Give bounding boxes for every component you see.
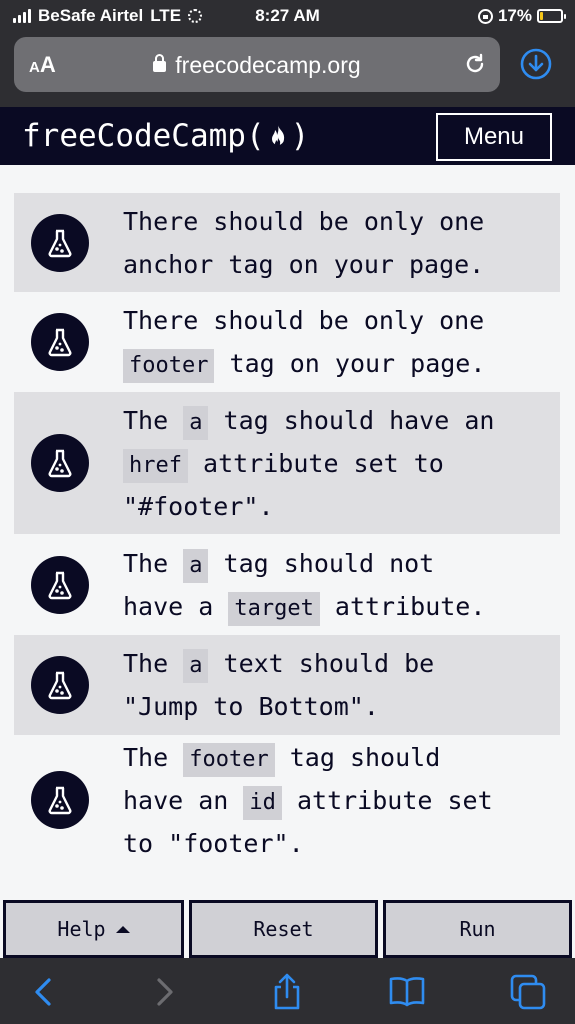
test-line: to "footer".	[123, 822, 493, 865]
test-item: There should be only one footer tag on yo…	[14, 292, 560, 392]
battery-icon	[537, 9, 566, 23]
text-segment: "#footer".	[123, 491, 274, 521]
inline-code: footer	[123, 349, 215, 383]
text-segment: tag on your page.	[214, 349, 486, 378]
test-description: The a tag should not have a target attrib…	[123, 542, 485, 628]
test-line: "#footer".	[123, 485, 494, 528]
back-icon[interactable]	[24, 972, 64, 1012]
test-item: The a tag should not have a target attrib…	[14, 534, 560, 635]
logo-text-right: )	[290, 118, 310, 154]
test-list: There should be only one anchor tag on yo…	[14, 193, 560, 865]
text-segment: "Jump to Bottom".	[123, 692, 379, 721]
test-line: There should be only one	[123, 299, 485, 342]
test-line: have an id attribute set	[123, 779, 493, 822]
bookmarks-icon[interactable]	[387, 972, 427, 1012]
menu-button[interactable]: Menu	[436, 113, 552, 161]
flask-icon	[31, 771, 89, 829]
battery-percent: 17%	[497, 6, 532, 25]
test-line: The a tag should not	[123, 542, 485, 585]
run-button[interactable]: Run	[383, 900, 572, 958]
test-item: There should be only one anchor tag on yo…	[14, 193, 560, 292]
flask-icon	[31, 434, 89, 492]
test-item: The footer tag should have an id attribut…	[14, 735, 560, 865]
browser-toolbar	[0, 958, 575, 1024]
test-description: There should be only one footer tag on yo…	[123, 299, 485, 385]
logo-text-left: freeCodeCamp(	[22, 118, 265, 154]
inline-code: a	[183, 405, 209, 440]
text-segment: tag should	[274, 742, 441, 772]
text-segment: have an	[123, 785, 244, 815]
test-line: have a target attribute.	[123, 585, 485, 628]
action-buttons: Help Reset Run	[0, 900, 575, 958]
test-line: footer tag on your page.	[123, 342, 485, 385]
orientation-lock-icon	[477, 8, 493, 24]
site-navbar: freeCodeCamp( ) Menu	[0, 107, 575, 165]
forward-icon	[157, 978, 173, 1006]
reset-label: Reset	[253, 917, 314, 941]
text-segment: anchor tag on your page.	[123, 249, 485, 279]
test-line: "Jump to Bottom".	[123, 685, 434, 728]
text-segment: tag should have an	[208, 405, 495, 435]
reload-icon[interactable]	[463, 52, 487, 76]
flask-icon	[31, 213, 89, 272]
text-segment: have a	[123, 591, 229, 621]
flask-icon	[31, 555, 89, 614]
flask-icon	[31, 656, 89, 714]
text-segment: There should be only one	[123, 306, 485, 335]
tabs-icon[interactable]	[508, 972, 548, 1012]
test-description: The footer tag should have an id attribut…	[123, 736, 493, 865]
text-segment: attribute set to	[187, 448, 444, 478]
text-segment: The	[123, 649, 184, 678]
help-label: Help	[57, 917, 106, 941]
reset-button[interactable]: Reset	[189, 900, 378, 958]
inline-code: id	[243, 785, 282, 820]
test-line: anchor tag on your page.	[123, 243, 484, 286]
inline-code: a	[183, 649, 209, 683]
help-button[interactable]: Help	[3, 900, 184, 958]
inline-code: target	[228, 591, 320, 626]
inline-code: a	[183, 548, 209, 583]
share-icon[interactable]	[267, 972, 307, 1012]
text-segment: to "footer".	[123, 828, 304, 858]
url-text: freecodecamp.org	[175, 52, 361, 78]
test-description: The a tag should have an href attribute s…	[123, 399, 494, 528]
inline-code: href	[123, 448, 188, 483]
flask-icon	[31, 313, 89, 371]
test-line: The footer tag should	[123, 736, 493, 779]
test-item: The a text should be "Jump to Bottom".	[14, 635, 560, 735]
test-line: The a tag should have an	[123, 399, 494, 442]
download-icon[interactable]	[519, 47, 553, 81]
caret-up-icon	[115, 925, 130, 933]
test-line: href attribute set to	[123, 442, 494, 485]
text-segment: The	[123, 548, 184, 578]
text-segment: text should be	[208, 649, 435, 678]
browser-chrome: BeSafe Airtel LTE 8:27 AM 17% AA freecod…	[0, 0, 575, 107]
text-segment: There should be only one	[123, 206, 485, 236]
test-description: There should be only one anchor tag on yo…	[123, 200, 484, 286]
status-bar: BeSafe Airtel LTE 8:27 AM 17%	[0, 0, 575, 32]
text-segment: The	[123, 405, 184, 435]
address-bar[interactable]: AA freecodecamp.org	[14, 37, 500, 92]
fcc-logo[interactable]: freeCodeCamp( )	[22, 118, 309, 154]
test-line: There should be only one	[123, 200, 484, 243]
test-item: The a tag should have an href attribute s…	[14, 392, 560, 534]
text-segment: The	[123, 742, 184, 772]
run-label: Run	[459, 917, 496, 941]
lock-icon	[153, 54, 167, 72]
text-segment: tag should not	[208, 548, 435, 578]
text-segment: attribute.	[319, 591, 486, 621]
text-segment: attribute set	[281, 785, 493, 815]
test-description: The a text should be "Jump to Bottom".	[123, 642, 434, 728]
flame-icon	[271, 125, 284, 147]
inline-code: footer	[183, 742, 275, 777]
test-line: The a text should be	[123, 642, 434, 685]
